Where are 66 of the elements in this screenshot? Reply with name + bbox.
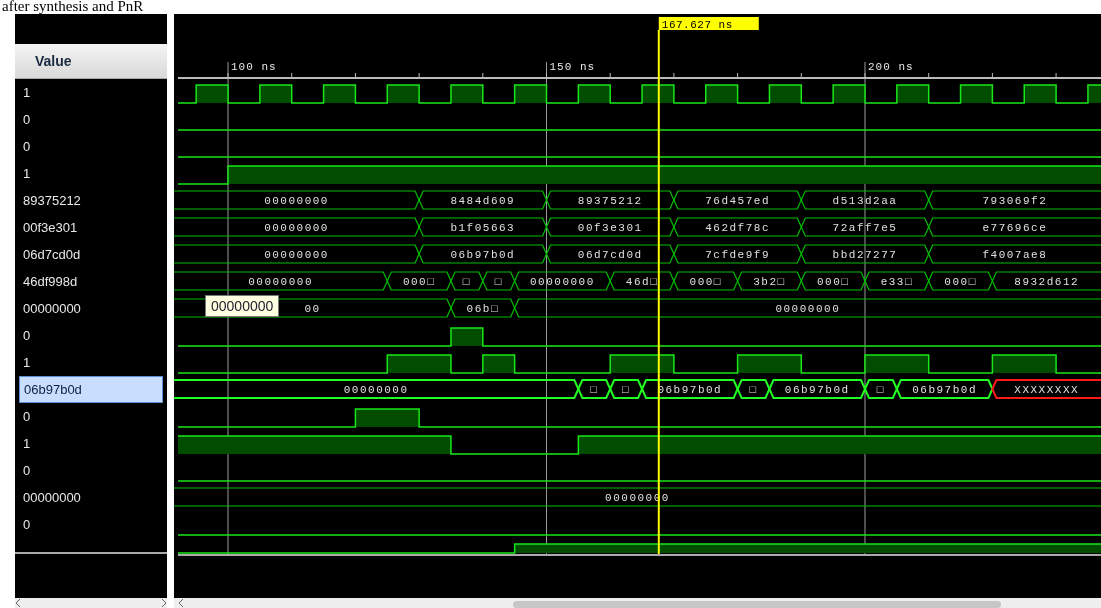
bus-segment: b1f05663 (418, 217, 548, 237)
bus-segment: f4007ae8 (928, 244, 1101, 264)
bus-segment: 06d7cd0d (545, 244, 675, 264)
horizontal-scrollbar[interactable] (174, 598, 1101, 608)
signal-value[interactable]: 1 (15, 430, 167, 457)
signal-value[interactable]: 1 (15, 79, 167, 106)
time-label: 100 ns (231, 61, 277, 73)
signal-value[interactable]: 0 (15, 511, 167, 538)
caption: after synthesis and PnR (1, 0, 145, 14)
bus-segment: 06b□ (450, 298, 516, 318)
bus-segment: □ (482, 271, 516, 291)
signal-value[interactable]: 0 (15, 403, 167, 430)
bus-segment: □ (450, 271, 484, 291)
bus-segment: 8932d612 (991, 271, 1101, 291)
bus-segment: 00000000 (174, 190, 420, 210)
signal-value[interactable]: 1 (15, 349, 167, 376)
signal-value[interactable]: 89375212 (15, 187, 167, 214)
bus-segment: 000□ (673, 271, 739, 291)
bus-segment: 00000000 (174, 217, 420, 237)
signal-value[interactable]: 1 (15, 160, 167, 187)
signal-value[interactable]: 00000000 (15, 484, 167, 511)
bus-segment: 00f3e301 (545, 217, 675, 237)
bus-segment: 00000000 (174, 271, 388, 291)
bus-segment: bbd27277 (800, 244, 930, 264)
bus-segment: 06b97b0d (895, 379, 994, 399)
bus-segment: □ (736, 379, 771, 399)
signal-value[interactable]: 0 (15, 322, 167, 349)
bus-segment: □ (609, 379, 644, 399)
horizontal-scrollbar[interactable] (15, 598, 167, 608)
bus-segment: 000□ (800, 271, 866, 291)
bus-segment: 7cfde9f9 (673, 244, 802, 264)
signal-value[interactable]: 00000000 (15, 295, 167, 322)
time-label: 150 ns (549, 61, 596, 73)
bus-segment: 00000000 (514, 298, 1101, 318)
bus-segment: 000□ (386, 271, 452, 291)
signal-value[interactable]: 00f3e301 (15, 214, 167, 241)
bus-segment: 46d□ (609, 271, 675, 291)
bus-segment: 00000000 (174, 379, 580, 399)
scrollbar-thumb[interactable] (513, 601, 1001, 608)
signal-value[interactable]: 06b97b0d (19, 376, 163, 403)
bus-segment: 72aff7e5 (800, 217, 930, 237)
bus-segment: 000□ (928, 271, 994, 291)
signal-value[interactable]: 0 (15, 457, 167, 484)
bus-segment: 06b97b0d (418, 244, 548, 264)
time-label: 200 ns (868, 61, 914, 73)
bus-segment: 3b2□ (736, 271, 802, 291)
bus-segment: 89375212 (545, 190, 675, 210)
bus-segment: 8484d609 (418, 190, 548, 210)
signal-value[interactable]: 06d7cd0d (15, 241, 167, 268)
bus-segment: □ (863, 379, 898, 399)
bus-segment: 76d457ed (673, 190, 802, 210)
signal-value[interactable]: 0 (15, 106, 167, 133)
tooltip: 00000000 (205, 295, 280, 317)
signal-value[interactable]: 0 (15, 133, 167, 160)
bus-segment: 793069f2 (928, 190, 1101, 210)
bus-segment: 462df78c (673, 217, 802, 237)
signal-value[interactable]: 46df998d (15, 268, 167, 295)
bus-segment: e77696ce (928, 217, 1101, 237)
cursor-label: 167.627 ns (658, 17, 759, 31)
bus-segment: 06b97b0d (768, 379, 867, 399)
bus-segment: 00000000 (174, 244, 420, 264)
bus-segment: XXXXXXXX (991, 379, 1101, 399)
bus-segment: e33□ (864, 271, 930, 291)
bus-segment: □ (577, 379, 612, 399)
bus-segment: d513d2aa (800, 190, 930, 210)
column-header[interactable]: Value (15, 44, 167, 79)
